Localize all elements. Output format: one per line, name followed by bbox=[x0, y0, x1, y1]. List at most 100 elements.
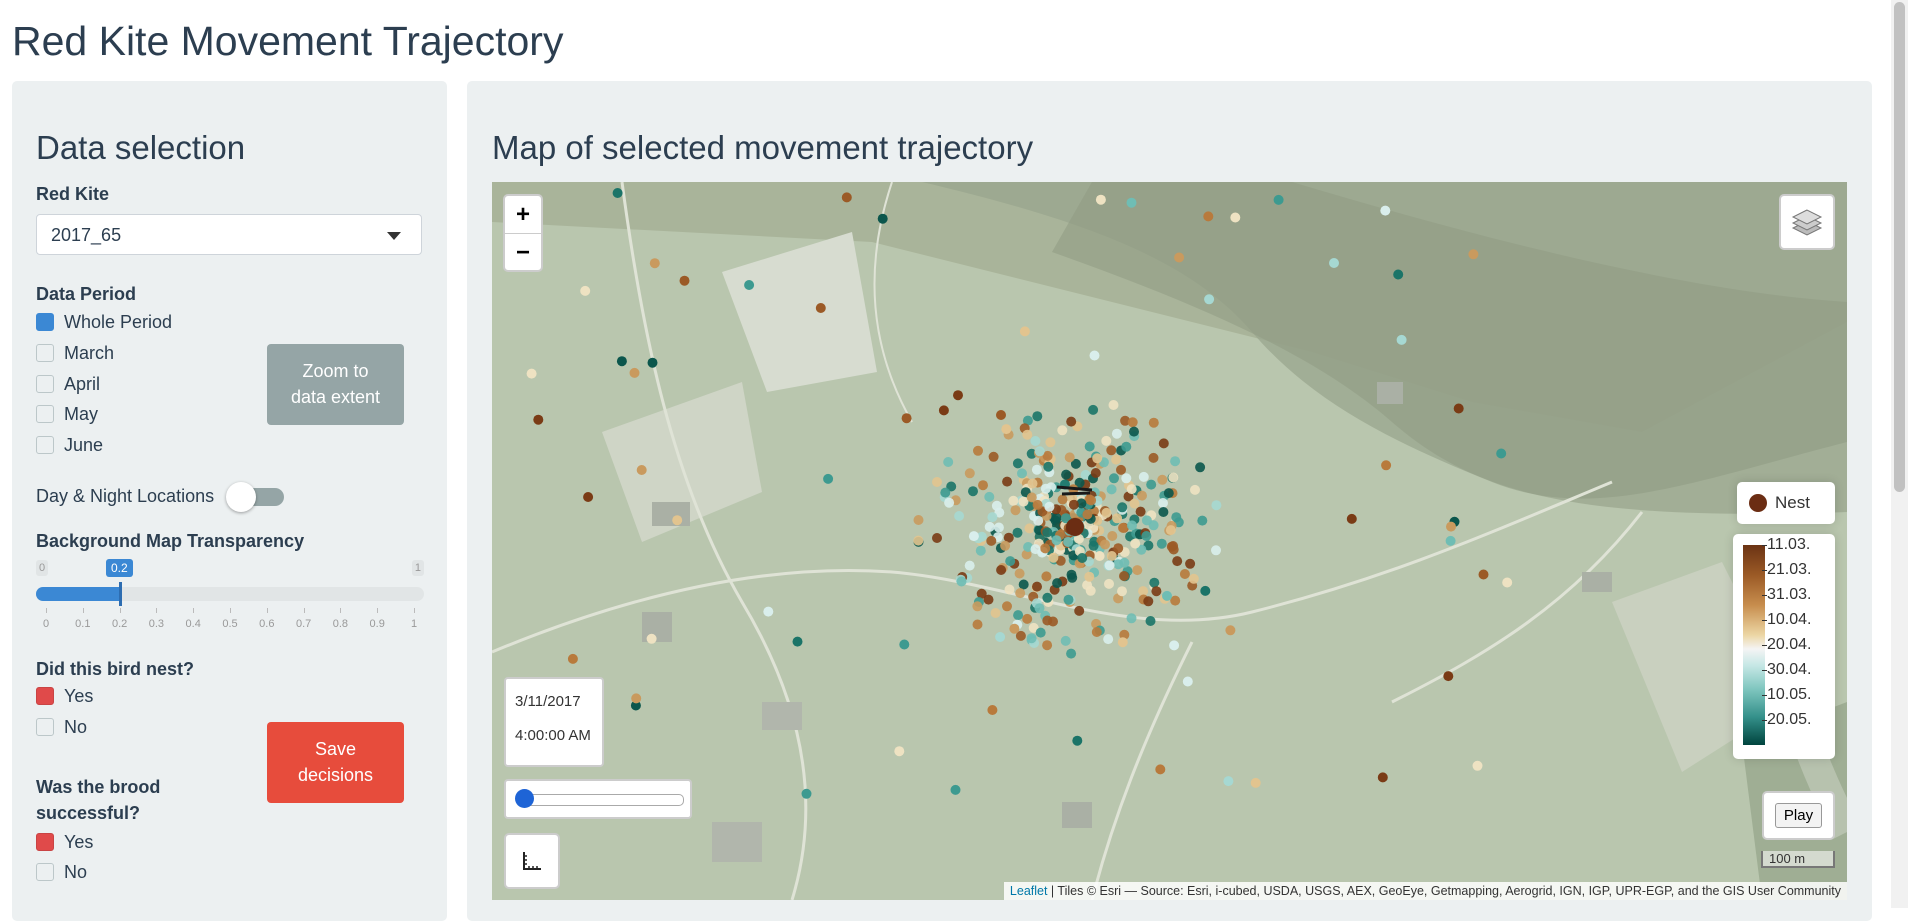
transparency-slider[interactable]: 0 1 0.2 0 0.1 0.2 0.3 0.4 0.5 0.6 0.7 0.8 0.9 1 bbox=[36, 559, 424, 640]
checkbox[interactable] bbox=[36, 436, 54, 454]
checkbox[interactable] bbox=[36, 344, 54, 362]
kite-select[interactable]: 2017_65 bbox=[36, 214, 422, 255]
trajectory-point bbox=[636, 465, 647, 475]
trajectory-point bbox=[1026, 492, 1037, 503]
trajectory-point bbox=[996, 410, 1006, 420]
trajectory-point bbox=[1048, 552, 1059, 563]
trajectory-point bbox=[990, 608, 1001, 618]
trajectory-point bbox=[1057, 425, 1068, 436]
trajectory-point bbox=[1030, 544, 1041, 555]
trajectory-point bbox=[972, 619, 983, 630]
trajectory-point bbox=[1195, 462, 1206, 473]
slider-handle[interactable] bbox=[119, 582, 122, 606]
save-decisions-button[interactable]: Save decisions bbox=[267, 722, 404, 803]
zoom-out-button[interactable]: − bbox=[505, 233, 541, 271]
trajectory-point bbox=[1106, 551, 1117, 561]
trajectory-point bbox=[1018, 579, 1029, 590]
checkbox-label: No bbox=[64, 862, 88, 882]
trajectory-point bbox=[1034, 603, 1045, 614]
chevron-down-icon bbox=[387, 232, 401, 240]
leaflet-link[interactable]: Leaflet bbox=[1010, 884, 1048, 898]
legend-date-label: 30.04. bbox=[1761, 661, 1812, 678]
trajectory-point bbox=[1014, 568, 1025, 579]
checkbox-checked[interactable] bbox=[36, 687, 54, 705]
layers-button[interactable] bbox=[1779, 194, 1835, 250]
slider-tick bbox=[193, 608, 195, 613]
trajectory-point bbox=[1041, 571, 1052, 582]
trajectory-point bbox=[1005, 556, 1016, 567]
trajectory-point bbox=[1203, 211, 1214, 222]
trajectory-point bbox=[1156, 538, 1167, 549]
trajectory-point bbox=[1132, 565, 1143, 576]
slider-value-label: 0.2 bbox=[106, 559, 133, 577]
checkbox-checked[interactable] bbox=[36, 313, 54, 331]
checkbox-label: April bbox=[64, 374, 101, 394]
trajectory-point bbox=[1119, 557, 1130, 568]
trajectory-point bbox=[1112, 513, 1123, 524]
checkbox[interactable] bbox=[36, 375, 54, 393]
trajectory-point bbox=[932, 533, 942, 543]
transparency-label: Background Map Transparency bbox=[36, 531, 305, 551]
trajectory-point bbox=[1017, 468, 1027, 479]
trajectory-point bbox=[1126, 197, 1137, 208]
trajectory-point bbox=[1051, 535, 1062, 546]
zoom-to-extent-button[interactable]: Zoom to data extent bbox=[267, 344, 404, 425]
scrollbar-thumb[interactable] bbox=[1894, 2, 1905, 492]
trajectory-point bbox=[1063, 537, 1074, 547]
trajectory-point bbox=[1158, 438, 1169, 449]
toggle-knob[interactable] bbox=[226, 482, 256, 512]
time-slider-handle[interactable] bbox=[515, 789, 534, 808]
measure-button[interactable] bbox=[504, 833, 560, 889]
checkbox[interactable] bbox=[36, 405, 54, 423]
trajectory-point bbox=[1002, 601, 1012, 612]
trajectory-point bbox=[1116, 464, 1126, 475]
trajectory-point bbox=[1052, 578, 1063, 589]
trajectory-point bbox=[973, 445, 983, 456]
trajectory-point bbox=[1223, 776, 1234, 787]
trajectory-point bbox=[1060, 635, 1071, 646]
trajectory-point bbox=[1230, 212, 1241, 223]
trajectory-point bbox=[1040, 543, 1051, 554]
time-slider-track[interactable] bbox=[520, 794, 684, 806]
trajectory-point bbox=[629, 367, 640, 378]
trajectory-point bbox=[1129, 426, 1139, 437]
trajectory-point bbox=[1137, 490, 1147, 501]
trajectory-point bbox=[1172, 556, 1183, 567]
trajectory-point bbox=[1396, 334, 1407, 345]
map-view[interactable]: + − Nest 11.03. 21.03. 31.03. 10.04. 20.… bbox=[492, 182, 1847, 900]
zoom-control: + − bbox=[503, 194, 543, 272]
daynight-label: Day & Night Locations bbox=[36, 486, 215, 506]
trajectory-point bbox=[567, 653, 578, 664]
trajectory-point bbox=[1084, 441, 1095, 452]
kite-select-value: 2017_65 bbox=[51, 225, 122, 245]
slider-tick-label: 0.8 bbox=[332, 618, 349, 630]
slider-tick bbox=[46, 608, 47, 613]
checkbox[interactable] bbox=[36, 863, 54, 881]
checkbox-label: Yes bbox=[64, 686, 94, 706]
trajectory-point bbox=[1031, 464, 1042, 475]
trajectory-point bbox=[1061, 469, 1072, 480]
page-scrollbar[interactable] bbox=[1891, 0, 1908, 908]
kite-label: Red Kite bbox=[36, 184, 110, 204]
trajectory-point bbox=[649, 258, 660, 269]
daynight-toggle[interactable] bbox=[226, 482, 284, 512]
nest-marker[interactable] bbox=[1066, 518, 1084, 536]
trajectory-point bbox=[1111, 428, 1122, 439]
trajectory-point bbox=[1095, 194, 1106, 205]
zoom-in-button[interactable]: + bbox=[505, 196, 541, 233]
trajectory-point bbox=[1030, 436, 1041, 446]
trajectory-point bbox=[1393, 269, 1404, 280]
trajectory-point bbox=[1094, 551, 1105, 561]
checkbox-checked[interactable] bbox=[36, 833, 54, 851]
trajectory-point bbox=[612, 188, 623, 198]
trajectory-point bbox=[1026, 633, 1037, 644]
slider-min-label: 0 bbox=[36, 560, 49, 576]
checkbox[interactable] bbox=[36, 718, 54, 736]
trajectory-point bbox=[1117, 637, 1128, 648]
slider-tick-label: 0.4 bbox=[185, 618, 201, 630]
play-button[interactable]: Play bbox=[1774, 803, 1823, 828]
ruler-icon bbox=[523, 852, 541, 870]
slider-tick bbox=[156, 608, 158, 613]
legend-date-label: 11.03. bbox=[1761, 536, 1811, 553]
time-slider[interactable] bbox=[504, 779, 692, 819]
